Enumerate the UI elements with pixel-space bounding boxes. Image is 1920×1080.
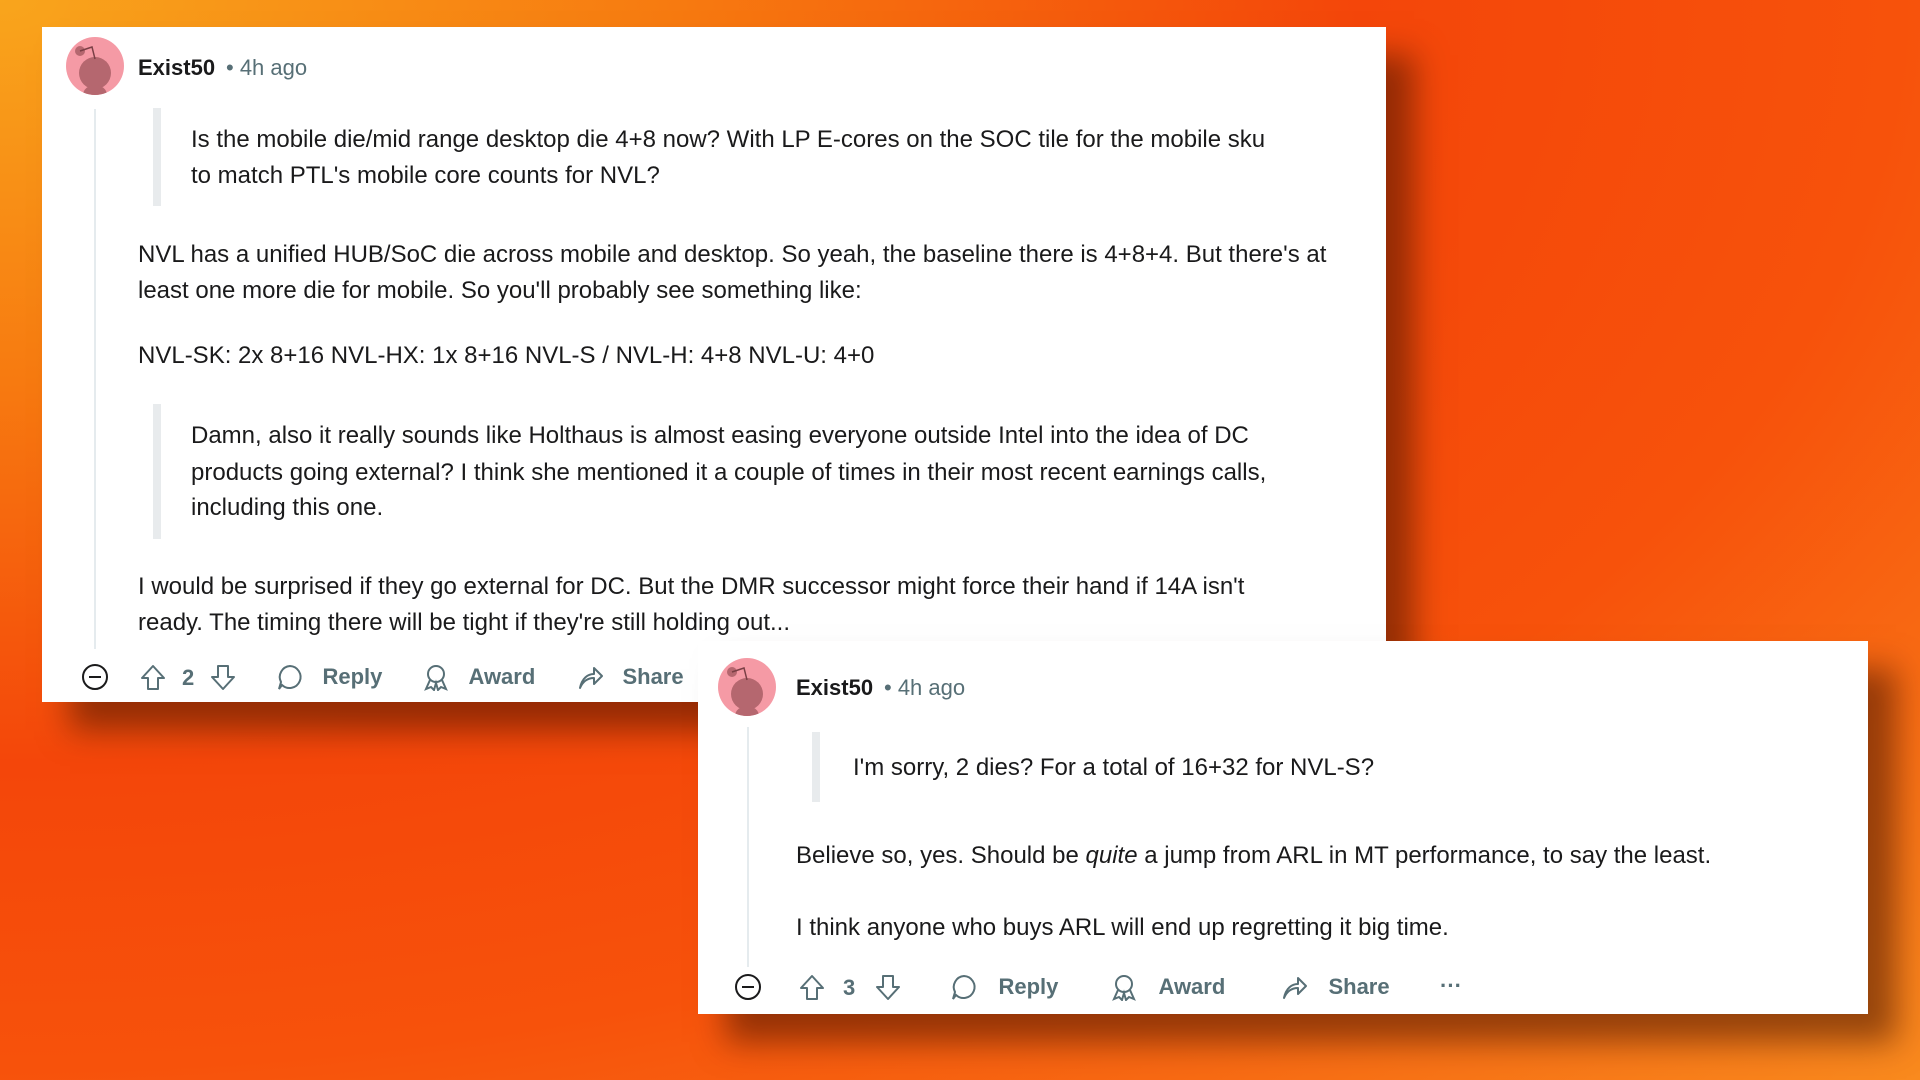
comment-text: NVL has a unified HUB/SoC die across mob… [138,241,1327,268]
comment-text: ready. The timing there will be tight if… [138,609,791,636]
upvote-icon[interactable] [139,663,167,691]
reply-label: Reply [998,974,1059,999]
quote-text: Damn, also it really sounds like Holthau… [191,422,1249,449]
avatar[interactable] [66,37,124,95]
quote-bar [812,732,820,802]
award-icon [1113,975,1135,1001]
share-button[interactable]: Share [576,663,684,691]
upvote-icon[interactable] [798,973,826,1001]
comment-text: NVL-SK: 2x 8+16 NVL-HX: 1x 8+16 NVL-S / … [138,342,875,369]
quote-text: to match PTL's mobile core counts for NV… [191,162,660,189]
quote-text: including this one. [191,494,384,521]
reply-button[interactable]: Reply [950,973,1058,1001]
more-options-button[interactable]: ··· [1440,973,1462,999]
avatar[interactable] [718,658,776,716]
quote-bar [153,404,161,539]
snoo-avatar-icon [74,45,112,95]
comment-card: Exist50 • 4h ago I'm sorry, 2 dies? For … [698,641,1868,1014]
vote-count: 2 [182,665,195,690]
share-label: Share [1328,974,1390,999]
timestamp: • 4h ago [884,675,966,700]
timestamp: • 4h ago [226,55,308,80]
thread-line[interactable] [94,109,96,649]
award-label: Award [468,664,536,689]
reply-icon [278,665,302,690]
award-button[interactable]: Award [1110,973,1225,1001]
snoo-avatar-icon [726,666,764,716]
share-icon [579,667,603,689]
downvote-icon[interactable] [874,973,902,1001]
emphasis-text: quite [1085,842,1138,869]
text-run: a jump from ARL in MT performance, to sa… [1137,842,1712,869]
reply-button[interactable]: Reply [276,663,382,693]
award-icon [425,665,447,691]
comment-text: least one more die for mobile. So you'll… [138,277,862,304]
quote-bar [153,108,161,206]
quote-text: products going external? I think she men… [191,459,1267,486]
share-button[interactable]: Share [1280,973,1390,1001]
comment-text: I think anyone who buys ARL will end up … [796,914,1449,941]
collapse-icon[interactable] [734,973,762,1001]
reply-label: Reply [322,664,383,689]
share-label: Share [622,664,684,689]
username[interactable]: Exist50 [796,675,873,701]
comment-card: Exist50 • 4h ago Is the mobile die/mid r… [42,27,1386,702]
vote-count: 3 [843,975,856,1000]
comment-text: I would be surprised if they go external… [138,573,1245,600]
thread-line[interactable] [747,727,749,967]
username[interactable]: Exist50 [138,55,215,81]
award-button[interactable]: Award [422,663,535,691]
reply-icon [952,975,976,1000]
share-icon [1283,977,1307,999]
text-run: Believe so, yes. Should be [796,842,1086,869]
quote-text: Is the mobile die/mid range desktop die … [191,126,1266,153]
comment-text: Believe so, yes. Should be quite a jump … [796,838,1711,874]
collapse-icon[interactable] [81,663,109,691]
downvote-icon[interactable] [209,663,237,691]
award-label: Award [1158,974,1226,999]
quote-text: I'm sorry, 2 dies? For a total of 16+32 … [853,754,1375,781]
